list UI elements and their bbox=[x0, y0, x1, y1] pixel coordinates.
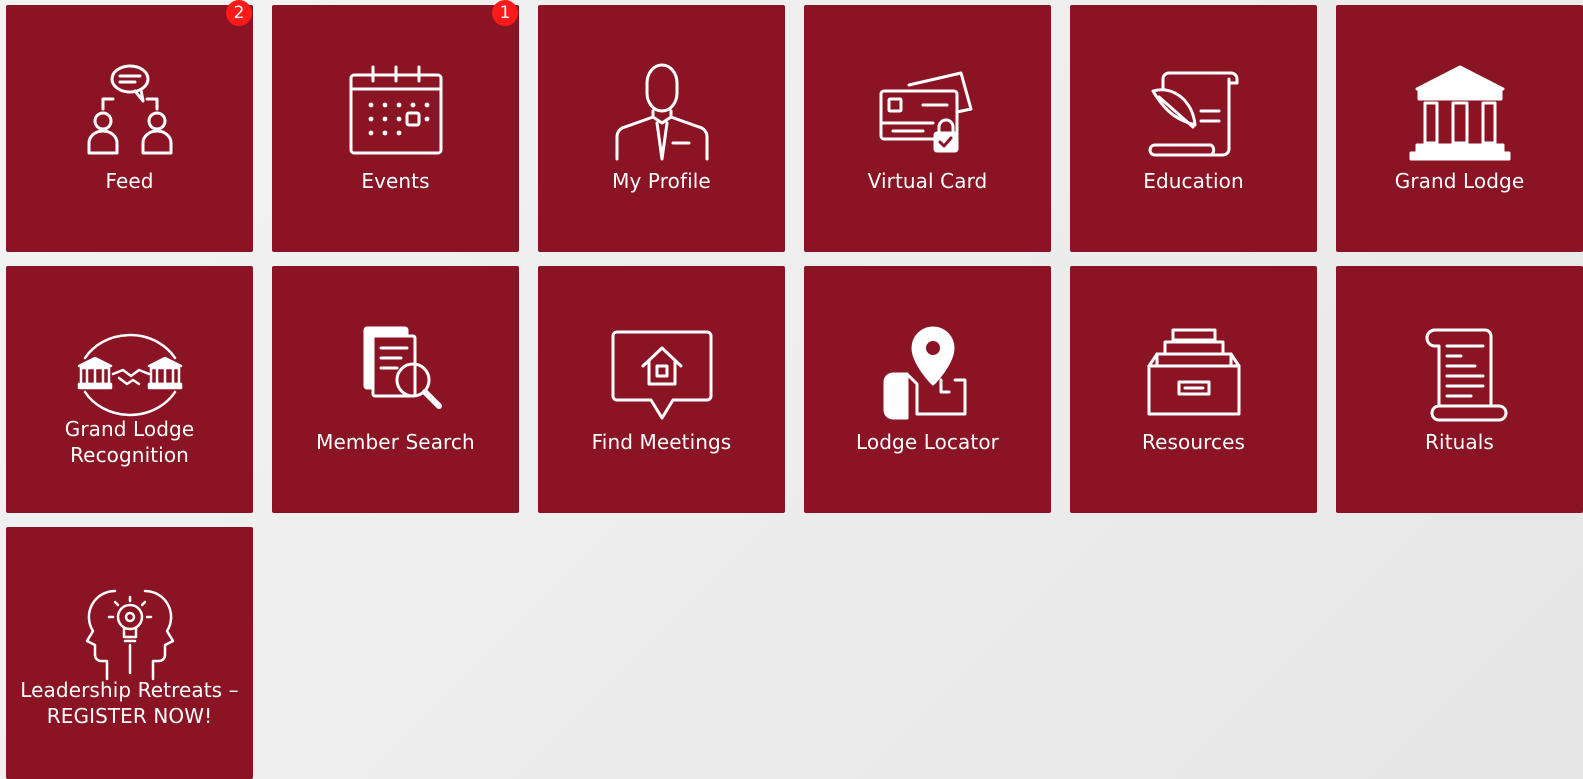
tile-label: Resources bbox=[1141, 430, 1246, 454]
temples-handshake-icon bbox=[75, 322, 185, 426]
tile-label: Rituals bbox=[1425, 430, 1494, 454]
tile-resources[interactable]: Resources bbox=[1070, 266, 1317, 513]
tile-label-line1: Leadership Retreats – bbox=[20, 678, 239, 702]
scroll-quill-icon bbox=[1139, 61, 1249, 165]
tile-label: Find Meetings bbox=[591, 430, 732, 454]
tile-label: Grand Lodge Recognition bbox=[14, 416, 245, 468]
tile-label-line2: Recognition bbox=[70, 443, 189, 467]
tile-grand-lodge[interactable]: Grand Lodge bbox=[1336, 5, 1583, 252]
tile-events[interactable]: Events 1 bbox=[272, 0, 519, 252]
profile-person-icon bbox=[607, 61, 717, 165]
virtual-card-icon bbox=[873, 61, 983, 165]
tile-label: Member Search bbox=[316, 430, 475, 454]
tile-label-line2: REGISTER NOW! bbox=[46, 704, 213, 728]
tile-label: Virtual Card bbox=[867, 169, 988, 193]
tile-label: Events bbox=[361, 169, 430, 193]
tile-label: Leadership Retreats – REGISTER NOW! bbox=[14, 677, 245, 729]
map-pin-icon bbox=[873, 322, 983, 426]
file-drawer-icon bbox=[1139, 322, 1249, 426]
house-pin-bubble-icon bbox=[607, 322, 717, 426]
calendar-icon bbox=[341, 61, 451, 165]
tile-label-line1: Grand Lodge bbox=[64, 417, 195, 441]
tile-find-meetings[interactable]: Find Meetings bbox=[538, 266, 785, 513]
tile-leadership-retreats[interactable]: Leadership Retreats – REGISTER NOW! bbox=[6, 527, 253, 779]
scroll-icon bbox=[1405, 322, 1515, 426]
tile-virtual-card[interactable]: Virtual Card bbox=[804, 5, 1051, 252]
tile-lodge-locator[interactable]: Lodge Locator bbox=[804, 266, 1051, 513]
tile-label: Education bbox=[1143, 169, 1244, 193]
tile-rituals[interactable]: Rituals bbox=[1336, 266, 1583, 513]
notification-badge: 1 bbox=[492, 0, 518, 26]
tile-label: Lodge Locator bbox=[856, 430, 999, 454]
tile-education[interactable]: Education bbox=[1070, 5, 1317, 252]
mind-lightbulb-icon bbox=[75, 583, 185, 687]
tile-label: Feed bbox=[105, 169, 154, 193]
feed-chat-icon bbox=[75, 61, 185, 165]
tile-feed[interactable]: Feed 2 bbox=[6, 0, 253, 252]
tile-label: My Profile bbox=[612, 169, 711, 193]
temple-icon bbox=[1405, 61, 1515, 165]
tile-grand-lodge-recognition[interactable]: Grand Lodge Recognition bbox=[6, 266, 253, 513]
document-search-icon bbox=[341, 322, 451, 426]
tile-label: Grand Lodge bbox=[1394, 169, 1525, 193]
tile-member-search[interactable]: Member Search bbox=[272, 266, 519, 513]
notification-badge: 2 bbox=[226, 0, 252, 26]
tile-my-profile[interactable]: My Profile bbox=[538, 5, 785, 252]
